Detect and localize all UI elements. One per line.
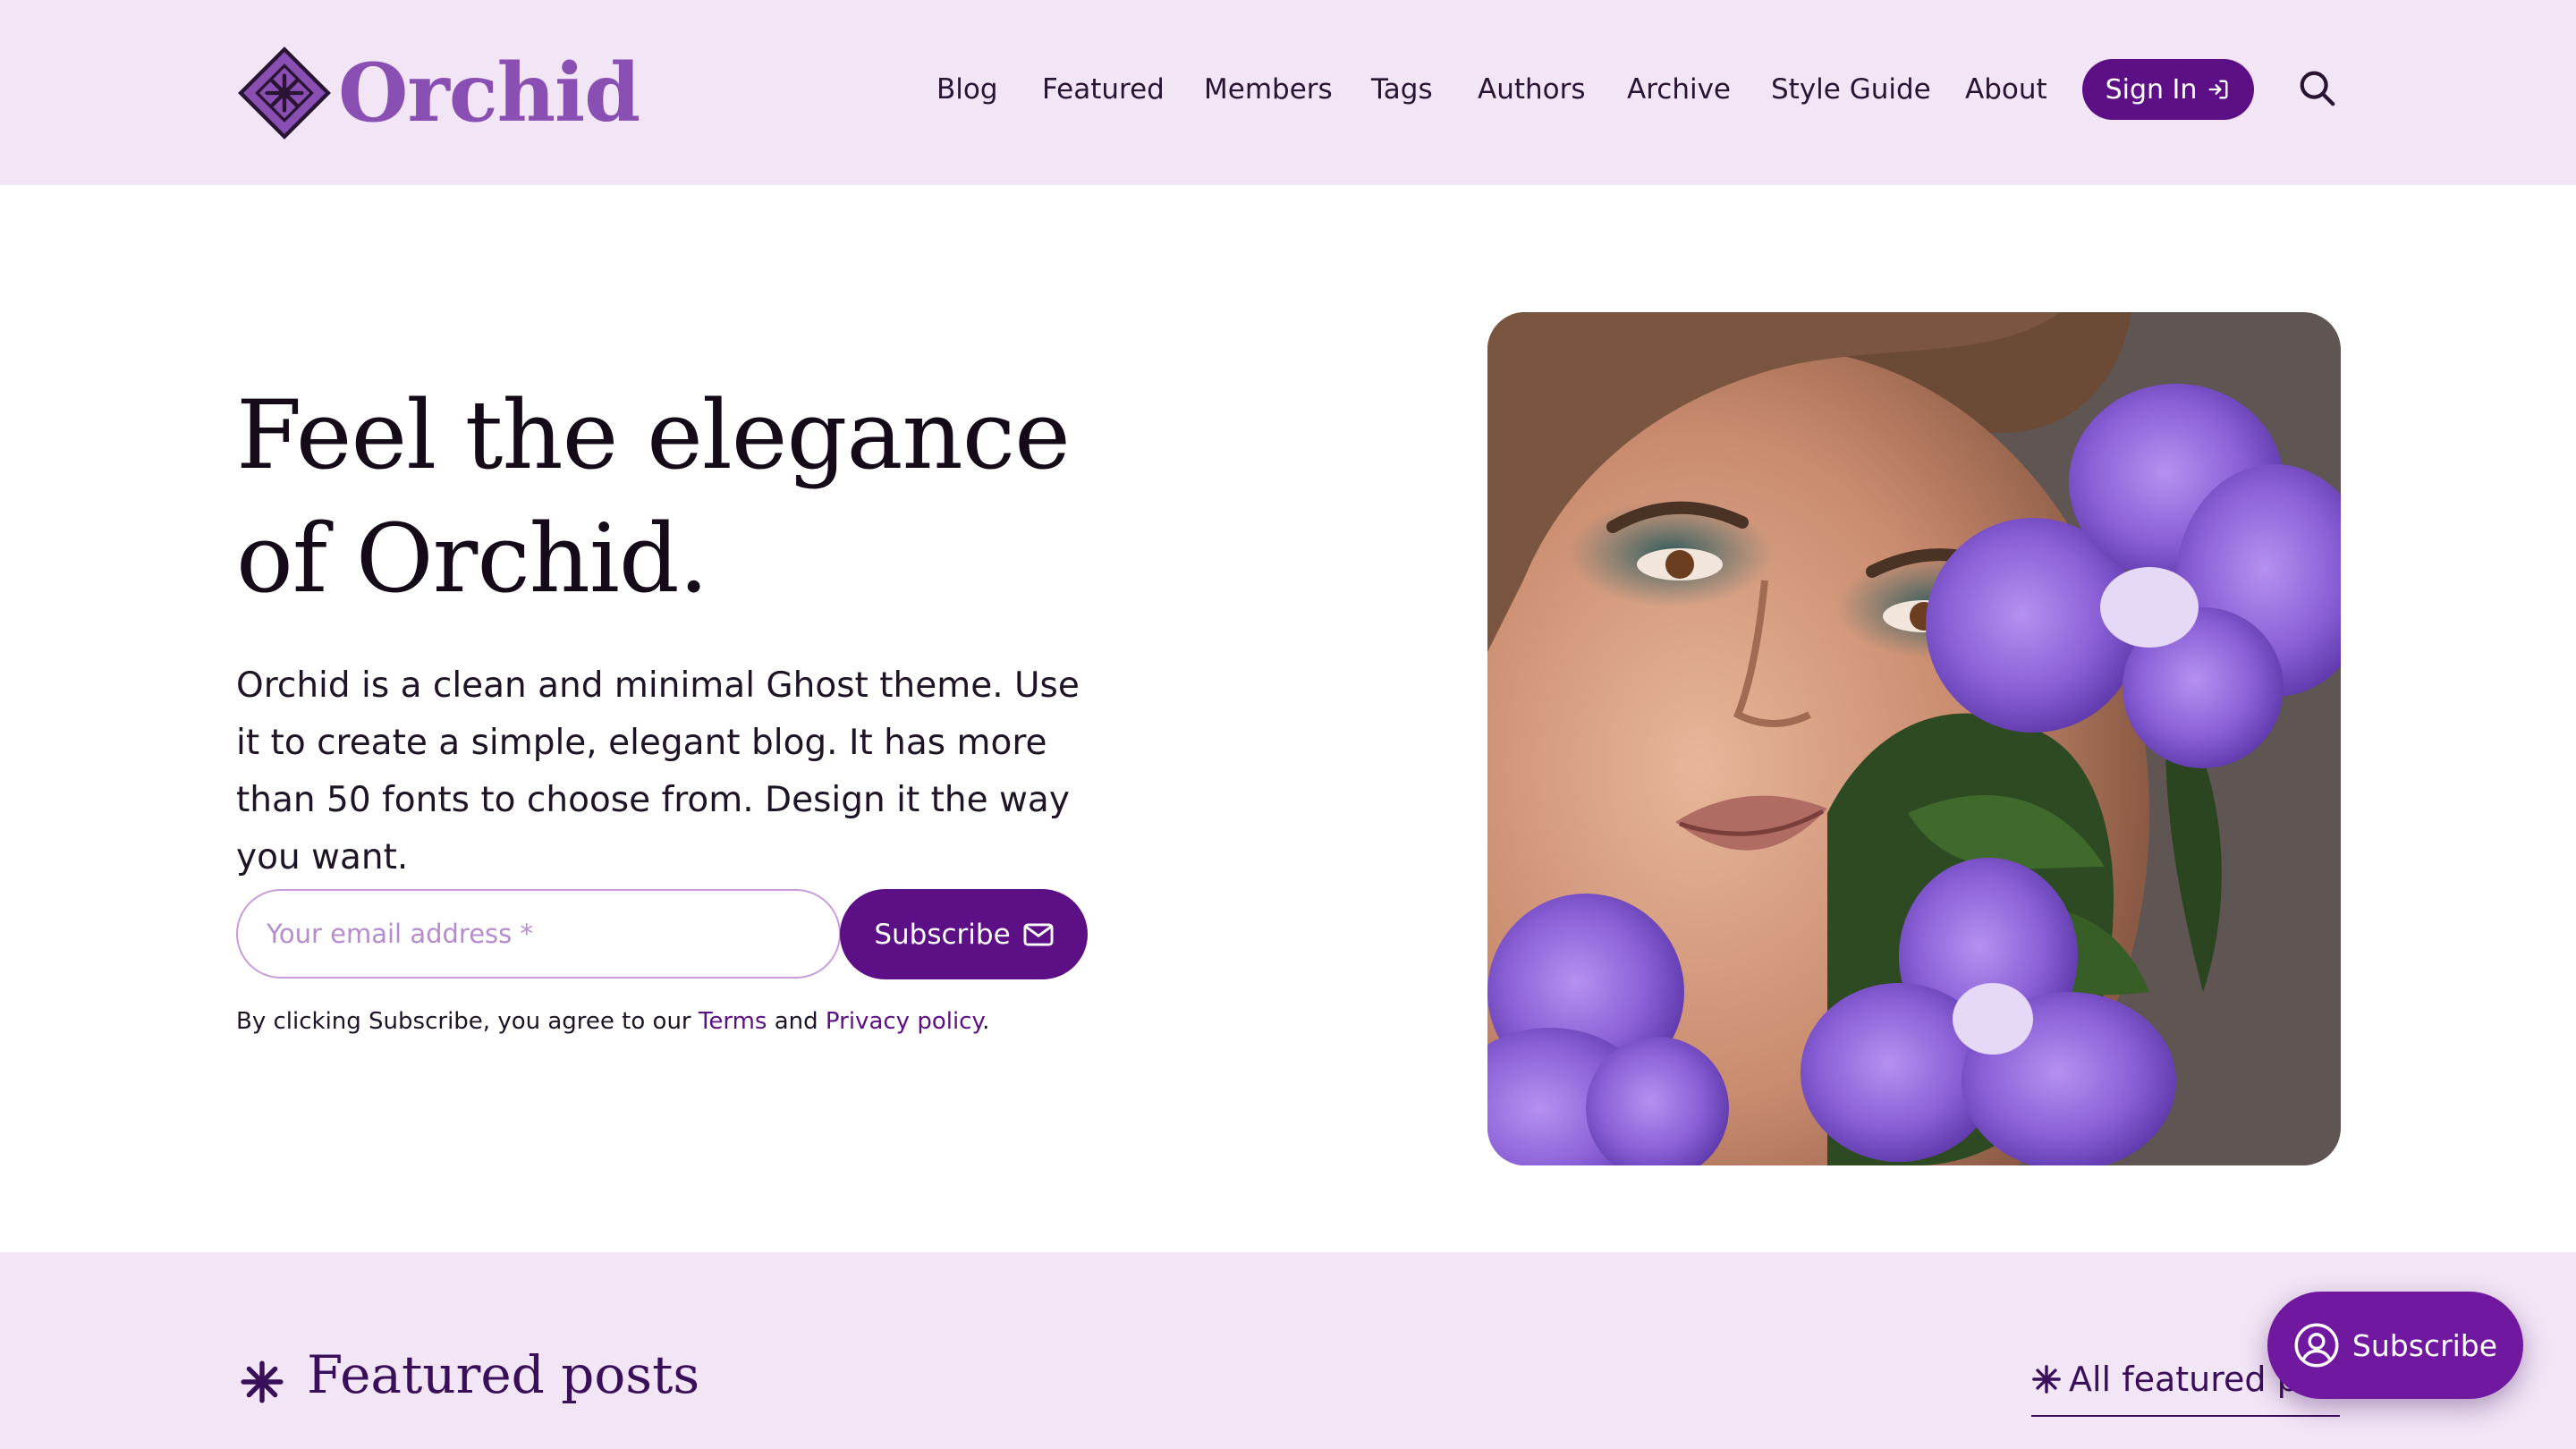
consent-and: and: [774, 1008, 818, 1035]
subscribe-label: Subscribe: [874, 918, 1011, 951]
consent-suffix: .: [982, 1008, 990, 1035]
hero-description: Orchid is a clean and minimal Ghost them…: [236, 665, 1080, 877]
sign-in-button[interactable]: Sign In: [2082, 59, 2254, 120]
envelope-icon: [1023, 922, 1054, 946]
asterisk-star-icon: [2032, 1365, 2061, 1394]
email-input[interactable]: [236, 889, 841, 979]
portal-subscribe-label: Subscribe: [2351, 1327, 2498, 1363]
nav-item-blog[interactable]: Blog: [936, 73, 998, 106]
asterisk-star-icon: [241, 1360, 284, 1403]
consent-text: By clicking Subscribe, you agree to our …: [236, 1008, 1041, 1035]
terms-link[interactable]: Terms: [699, 1008, 767, 1035]
hero-image: [1487, 312, 2341, 1165]
nav-item-members[interactable]: Members: [1204, 73, 1333, 106]
orchid-logo-icon: [238, 47, 331, 140]
nav-item-tags[interactable]: Tags: [1371, 73, 1433, 106]
consent-prefix: By clicking Subscribe, you agree to our: [236, 1008, 691, 1035]
site-header: Orchid Blog Featured Members Tags Author…: [0, 0, 2576, 185]
hero-title: Feel the elegance of Orchid.: [236, 380, 1071, 614]
brand-logo-link[interactable]: Orchid: [236, 43, 640, 143]
nav-item-archive[interactable]: Archive: [1627, 73, 1731, 106]
portal-subscribe-button[interactable]: Subscribe: [2267, 1292, 2523, 1399]
user-circle-icon: [2294, 1323, 2339, 1368]
search-icon[interactable]: [2297, 68, 2338, 109]
subscribe-button[interactable]: Subscribe: [840, 889, 1088, 979]
nav-item-about[interactable]: About: [1965, 73, 2047, 106]
sign-in-label: Sign In: [2105, 73, 2198, 106]
brand-name: Orchid: [338, 46, 640, 140]
sign-in-icon: [2208, 80, 2228, 99]
nav-item-style-guide[interactable]: Style Guide: [1771, 73, 1931, 106]
nav-item-authors[interactable]: Authors: [1478, 73, 1586, 106]
featured-posts-title: Featured posts: [307, 1344, 700, 1405]
privacy-policy-link[interactable]: Privacy policy: [826, 1008, 982, 1035]
nav-item-featured[interactable]: Featured: [1042, 73, 1165, 106]
hero-portrait-illustration: [1487, 312, 2341, 1165]
